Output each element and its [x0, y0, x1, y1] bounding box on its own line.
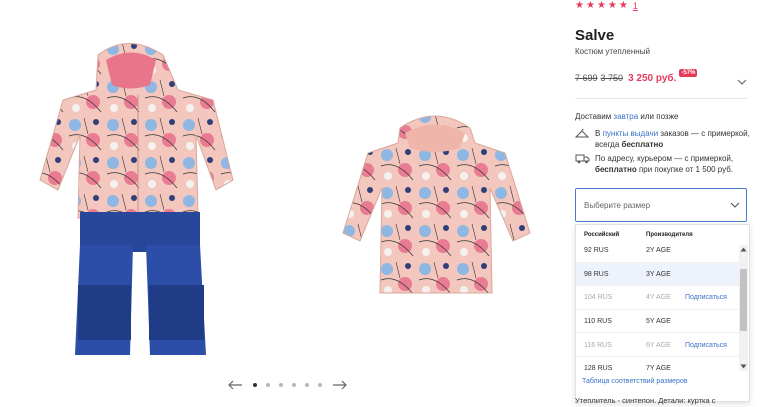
delivery-day-link[interactable]: завтра — [613, 112, 638, 121]
delivery-courier-text: По адресу, курьером — с примеркой, беспл… — [595, 153, 750, 175]
size-maker: 5Y AGE — [646, 318, 671, 326]
text-bold: бесплатно — [595, 165, 637, 174]
size-options-list: 92 RUS 2Y AGE 98 RUS 3Y AGE 104 RUS 4Y AGE Под… — [576, 239, 739, 375]
delivery-pickup-text: В пункты выдачи заказов — с примеркой, в… — [595, 128, 750, 150]
size-maker: 7Y AGE — [646, 365, 671, 373]
size-option-row[interactable]: 98 RUS 3Y AGE — [576, 262, 739, 287]
carousel-dot[interactable] — [318, 383, 322, 387]
subscribe-link[interactable]: Подписаться — [685, 342, 727, 349]
size-ru: 110 RUS — [584, 318, 612, 326]
size-ru: 128 RUS — [584, 365, 613, 373]
size-option-row[interactable]: 128 RUS 7Y AGE — [576, 357, 739, 375]
size-option-row[interactable]: 116 RUS 6Y AGE Подписаться — [576, 333, 739, 357]
arrow-left-icon[interactable] — [226, 378, 244, 392]
brand-name[interactable]: Salve — [575, 27, 614, 44]
star-icon: ★ — [585, 0, 595, 11]
text-bold: бесплатно — [621, 140, 664, 149]
scroll-down-icon[interactable] — [739, 362, 748, 371]
arrow-right-icon[interactable] — [331, 378, 349, 392]
old-price-2: 3 750 — [600, 73, 624, 83]
star-icon: ★ — [607, 0, 617, 11]
star-icon: ★ — [596, 0, 606, 11]
size-maker: 6Y AGE — [646, 341, 671, 349]
delivery-option-pickup: В пункты выдачи заказов — с примеркой, в… — [574, 128, 750, 150]
discount-badge: -57% — [679, 69, 698, 77]
size-option-row[interactable]: 104 RUS 4Y AGE Подписаться — [576, 286, 739, 310]
carousel-dot[interactable] — [292, 383, 296, 387]
chevron-down-icon[interactable] — [737, 73, 747, 85]
product-image-front[interactable] — [28, 40, 243, 360]
size-dropdown: Российский Производителя 92 RUS 2Y AGE 98 … — [575, 224, 750, 402]
scrollbar[interactable] — [739, 245, 748, 371]
scrollbar-thumb[interactable] — [740, 269, 747, 331]
delivery-suffix: или позже — [638, 112, 679, 121]
product-gallery — [0, 0, 560, 407]
size-ru: 98 RUS — [584, 270, 609, 278]
column-header-maker: Производителя — [646, 232, 693, 238]
scroll-up-icon[interactable] — [739, 245, 748, 254]
hanger-icon — [574, 128, 590, 150]
text: В — [595, 129, 603, 138]
size-maker: 2Y AGE — [646, 247, 671, 255]
carousel-dot[interactable] — [266, 383, 270, 387]
star-icon: ★ — [575, 0, 584, 11]
size-select-placeholder: Выберите размер — [584, 200, 651, 210]
size-select[interactable]: Выберите размер — [575, 188, 747, 222]
size-ru: 116 RUS — [584, 341, 612, 349]
product-description-snippet: Утеплитель - синтепон. Детали: куртка с — [575, 396, 716, 405]
delivery-prefix: Доставим — [575, 112, 614, 121]
rating[interactable]: ★ ★ ★ ★ ★ 1 — [575, 0, 638, 12]
current-price: 3 250 руб. — [628, 72, 677, 84]
divider — [575, 98, 747, 99]
gallery-carousel-nav — [226, 378, 349, 392]
size-maker: 3Y AGE — [646, 270, 671, 278]
delivery-title: Доставим завтра или позже — [575, 112, 678, 121]
size-ru: 104 RUS — [584, 294, 613, 302]
product-info-panel: ★ ★ ★ ★ ★ 1 Salve Костюм утепленный 7 69… — [574, 0, 770, 407]
text: По адресу, курьером — с примеркой, — [595, 154, 734, 163]
delivery-option-courier: По адресу, курьером — с примеркой, беспл… — [575, 153, 750, 175]
gallery-dots — [253, 383, 322, 387]
carousel-dot[interactable] — [305, 383, 309, 387]
carousel-dot[interactable] — [279, 383, 283, 387]
size-ru: 92 RUS — [584, 247, 609, 255]
pickup-points-link[interactable]: пункты выдачи — [603, 129, 659, 138]
chevron-down-icon — [730, 202, 740, 211]
review-count[interactable]: 1 — [633, 1, 638, 11]
column-header-ru: Российский — [584, 232, 620, 238]
product-subtitle: Костюм утепленный — [575, 47, 650, 56]
text: при покупке от 1 500 руб. — [636, 165, 734, 174]
product-image-back[interactable] — [340, 108, 535, 298]
size-option-row[interactable]: 92 RUS 2Y AGE — [576, 239, 739, 263]
delivery-truck-icon — [575, 153, 590, 175]
size-table-link[interactable]: Таблица соответствий размеров — [582, 378, 688, 385]
size-option-row[interactable]: 110 RUS 5Y AGE — [576, 310, 739, 334]
subscribe-link[interactable]: Подписаться — [685, 294, 727, 301]
old-price: 7 699 — [575, 73, 598, 83]
carousel-dot[interactable] — [253, 383, 257, 387]
size-maker: 4Y AGE — [646, 294, 671, 302]
star-icon: ★ — [618, 0, 628, 11]
price-row[interactable]: 7 699 3 750 3 250 руб. -57% — [575, 69, 747, 86]
